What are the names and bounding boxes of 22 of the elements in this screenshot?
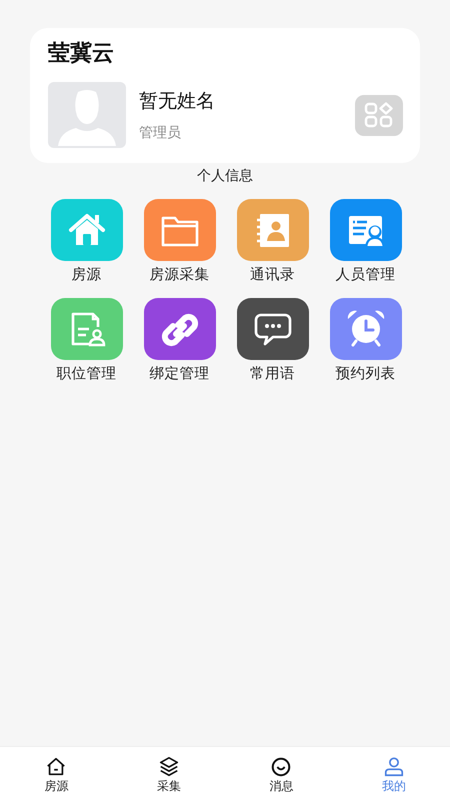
feature-item[interactable]: 职位管理: [50, 298, 122, 383]
smile-icon: [270, 756, 292, 778]
layers-icon: [158, 756, 180, 778]
tab-item[interactable]: 我的: [338, 747, 450, 800]
user-name: 暂无姓名: [139, 89, 215, 114]
feature-item[interactable]: 房源: [50, 199, 122, 284]
tab-item[interactable]: 房源: [0, 747, 112, 800]
tab-item[interactable]: 消息: [225, 747, 338, 800]
tab-item[interactable]: 采集: [112, 747, 225, 800]
feature-item[interactable]: 绑定管理: [144, 298, 216, 383]
feature-item[interactable]: 通讯录: [236, 199, 308, 284]
feature-item[interactable]: 常用语: [236, 298, 308, 383]
home-icon: [45, 756, 68, 778]
feature-item[interactable]: 房源采集: [144, 199, 216, 284]
feature-item[interactable]: 人员管理: [330, 199, 402, 284]
user-role: 管理员: [139, 124, 181, 142]
user-icon: [382, 756, 405, 778]
section-label: 个人信息: [197, 167, 253, 185]
feature-item[interactable]: 预约列表: [330, 298, 402, 383]
avatar-icon: [48, 82, 126, 148]
app-name: 莹冀云: [48, 40, 114, 68]
apps-icon[interactable]: [355, 94, 403, 136]
